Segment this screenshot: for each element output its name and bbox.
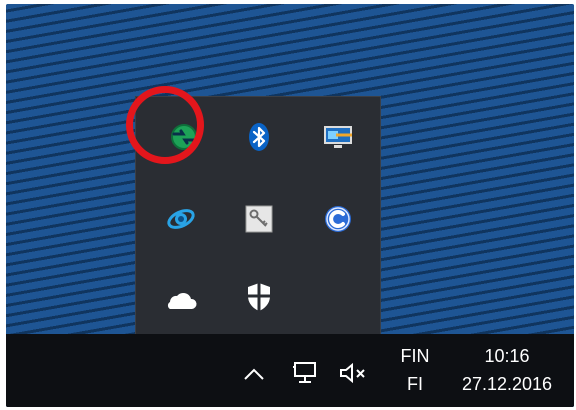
clock-time: 10:16 <box>484 346 530 366</box>
bluetooth-icon[interactable] <box>239 117 279 157</box>
ie-icon[interactable] <box>161 199 201 239</box>
tray-overflow-popup <box>136 97 380 341</box>
screenshot-frame: FIN FI 10:16 27.12.2016 <box>6 4 574 407</box>
taskbar: FIN FI 10:16 27.12.2016 <box>6 334 574 407</box>
clock[interactable]: 10:16 27.12.2016 <box>442 342 572 398</box>
key-icon[interactable] <box>239 199 279 239</box>
defender-shield-icon[interactable] <box>239 277 279 317</box>
language-indicator[interactable]: FIN FI <box>394 342 436 398</box>
language-code: FIN <box>400 346 430 366</box>
keyboard-layout: FI <box>407 374 423 394</box>
monitor-settings-icon[interactable] <box>318 117 358 157</box>
network-icon[interactable] <box>288 358 322 388</box>
clock-date: 27.12.2016 <box>461 374 553 394</box>
volume-muted-icon[interactable] <box>336 358 372 388</box>
network-sync-icon[interactable] <box>164 117 204 157</box>
refresh-c-icon[interactable] <box>318 199 358 239</box>
onedrive-icon[interactable] <box>161 280 201 320</box>
chevron-up-icon[interactable] <box>240 360 268 388</box>
